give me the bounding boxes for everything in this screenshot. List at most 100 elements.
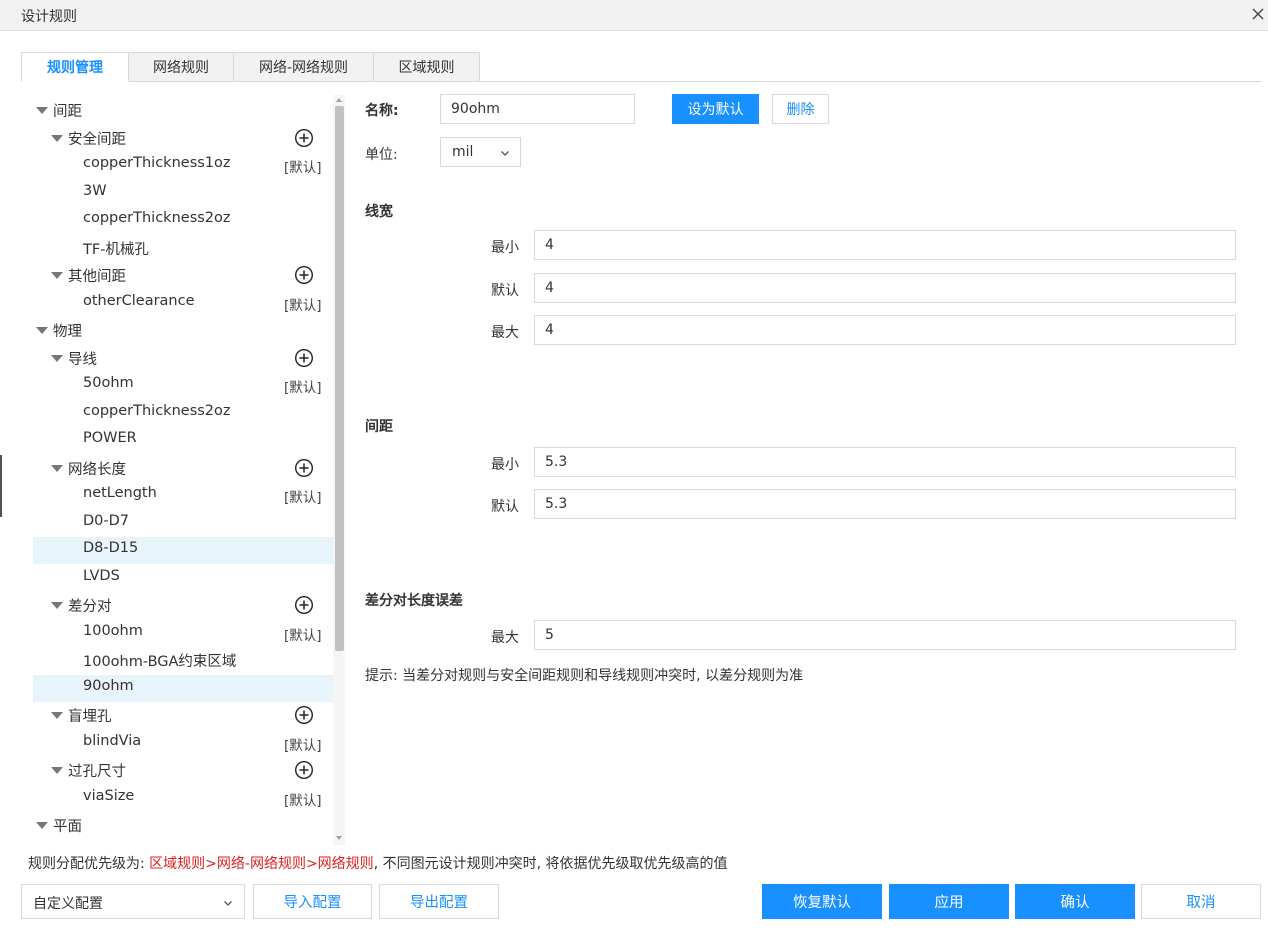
caret-down-icon[interactable] — [51, 712, 63, 719]
diff-length-section-title: 差分对长度误差 — [365, 593, 463, 609]
apply-button[interactable]: 应用 — [889, 884, 1009, 919]
default-badge: [默认] — [284, 627, 322, 644]
default-badge: [默认] — [284, 490, 322, 506]
set-default-button[interactable]: 设为默认 — [672, 94, 759, 124]
tree-group[interactable]: 其他间距 — [33, 262, 333, 289]
tree-node-label: 其他间距 — [68, 269, 126, 285]
default-badge: [默认] — [284, 380, 322, 396]
cancel-button[interactable]: 取消 — [1141, 884, 1261, 919]
scroll-up-arrow[interactable] — [336, 98, 342, 102]
tree-rule-item[interactable]: blindVia [默认] — [33, 730, 333, 757]
tree-node-label: 导线 — [68, 351, 97, 368]
tree-node-label: 间距 — [53, 104, 82, 120]
tab-rule-management[interactable]: 规则管理 — [21, 52, 129, 82]
spacing-min-input[interactable]: 5.3 — [534, 447, 1236, 477]
tree-rule-item[interactable]: 100ohm-BGA约束区域 — [33, 647, 333, 674]
tree-node-label: 平面 — [53, 819, 82, 835]
tree-node-label: D8-D15 — [83, 540, 139, 556]
tree-rule-item[interactable]: netLength [默认] — [33, 482, 333, 509]
plus-circle-icon[interactable] — [294, 705, 314, 725]
tree-category[interactable]: 物理 — [33, 317, 333, 344]
caret-down-icon[interactable] — [51, 354, 63, 362]
tree-rule-item[interactable]: copperThickness1oz [默认] — [33, 152, 333, 179]
tree-node-label: viaSize — [83, 787, 135, 804]
caret-down-icon[interactable] — [51, 464, 63, 472]
caret-down-icon[interactable] — [51, 272, 63, 279]
tree-category[interactable]: 平面 — [33, 812, 333, 839]
tree-rule-item[interactable]: 50ohm [默认] — [33, 372, 333, 399]
close-icon[interactable] — [1249, 5, 1267, 23]
unit-select[interactable]: mil — [440, 137, 521, 167]
line-width-min-input[interactable]: 4 — [534, 230, 1236, 260]
tree-group[interactable]: 盲埋孔 — [33, 702, 333, 729]
config-select[interactable]: 自定义配置 — [21, 884, 245, 919]
window-edge — [0, 455, 2, 517]
tree-rule-item[interactable]: copperThickness2oz — [33, 207, 333, 234]
diff-length-max-input[interactable]: 5 — [534, 620, 1236, 650]
tree-rule-item[interactable]: D0-D7 — [33, 510, 333, 537]
tree-group[interactable]: 网络长度 — [33, 455, 333, 482]
tree-node-label: copperThickness1oz — [83, 155, 231, 171]
spacing-section-title: 间距 — [365, 419, 393, 435]
tree-rule-item[interactable]: copperThickness2oz — [33, 400, 333, 427]
tree-group[interactable]: 差分对 — [33, 592, 333, 619]
tree-group[interactable]: 过孔尺寸 — [33, 757, 333, 784]
tab-region-rules[interactable]: 区域规则 — [373, 52, 480, 82]
tree-rule-item[interactable]: otherClearance [默认] — [33, 290, 333, 317]
tree-node-label: POWER — [83, 430, 137, 446]
tree-rule-item[interactable]: D8-D15 — [33, 537, 333, 564]
caret-down-icon[interactable] — [36, 107, 48, 114]
tree-rule-item[interactable]: 100ohm [默认] — [33, 620, 333, 647]
spacing-default-input[interactable]: 5.3 — [534, 489, 1236, 519]
tab-net-to-net-rules[interactable]: 网络-网络规则 — [233, 52, 374, 82]
tree-rule-item[interactable]: 3W — [33, 180, 333, 207]
plus-circle-icon[interactable] — [294, 760, 314, 780]
default-badge: [默认] — [284, 160, 322, 176]
tree-group[interactable]: 导线 — [33, 345, 333, 372]
tree-node-label: 差分对 — [68, 599, 112, 615]
confirm-button[interactable]: 确认 — [1015, 884, 1135, 919]
line-width-max-input[interactable]: 4 — [534, 315, 1236, 345]
priority-prefix: 规则分配优先级为: — [28, 856, 150, 872]
name-input[interactable]: 90ohm — [440, 94, 635, 124]
plus-circle-icon[interactable] — [294, 265, 314, 285]
line-width-default-input[interactable]: 4 — [534, 273, 1236, 303]
tree-rule-item[interactable]: POWER — [33, 427, 333, 454]
tree-rule-item[interactable]: viaSize [默认] — [33, 785, 333, 812]
tree-node-label: netLength — [83, 485, 157, 501]
caret-down-icon[interactable] — [51, 602, 63, 609]
tree-category[interactable]: 间距 — [33, 97, 333, 124]
plus-circle-icon[interactable] — [294, 128, 314, 148]
config-select-value: 自定义配置 — [33, 896, 103, 912]
plus-circle-icon[interactable] — [294, 595, 314, 615]
export-config-button[interactable]: 导出配置 — [379, 884, 499, 919]
tree-node-label: LVDS — [83, 567, 120, 584]
import-config-button[interactable]: 导入配置 — [253, 884, 372, 919]
caret-down-icon[interactable] — [36, 822, 48, 829]
line-width-max-label: 最大 — [491, 325, 519, 341]
hint-text: 提示: 当差分对规则与安全间距规则和导线规则冲突时, 以差分规则为准 — [365, 668, 804, 684]
tree-node-label: 网络长度 — [68, 461, 126, 478]
spacing-min-label: 最小 — [491, 457, 519, 473]
caret-down-icon[interactable] — [51, 767, 63, 774]
tree-scrollbar-thumb[interactable] — [335, 106, 344, 651]
tree-rule-item[interactable]: 90ohm — [33, 674, 333, 702]
dialog-title: 设计规则 — [21, 9, 77, 25]
plus-circle-icon[interactable] — [294, 348, 314, 368]
spacing-default-label: 默认 — [491, 499, 519, 515]
caret-down-icon[interactable] — [51, 134, 63, 142]
caret-down-icon[interactable] — [36, 327, 48, 334]
plus-circle-icon[interactable] — [294, 458, 314, 478]
delete-button[interactable]: 删除 — [772, 94, 829, 124]
tab-net-rules[interactable]: 网络规则 — [128, 52, 234, 82]
tree-rule-item[interactable]: LVDS — [33, 565, 333, 592]
restore-default-button[interactable]: 恢复默认 — [762, 884, 882, 919]
tree-rule-item[interactable]: TF-机械孔 — [33, 235, 333, 262]
tree-node-label: 3W — [83, 182, 107, 199]
line-width-min-label: 最小 — [491, 240, 519, 256]
unit-select-value: mil — [452, 144, 474, 160]
scroll-down-arrow[interactable] — [336, 836, 342, 840]
chevron-down-icon — [224, 901, 232, 906]
default-badge: [默认] — [284, 792, 322, 809]
tree-group[interactable]: 安全间距 — [33, 125, 333, 152]
